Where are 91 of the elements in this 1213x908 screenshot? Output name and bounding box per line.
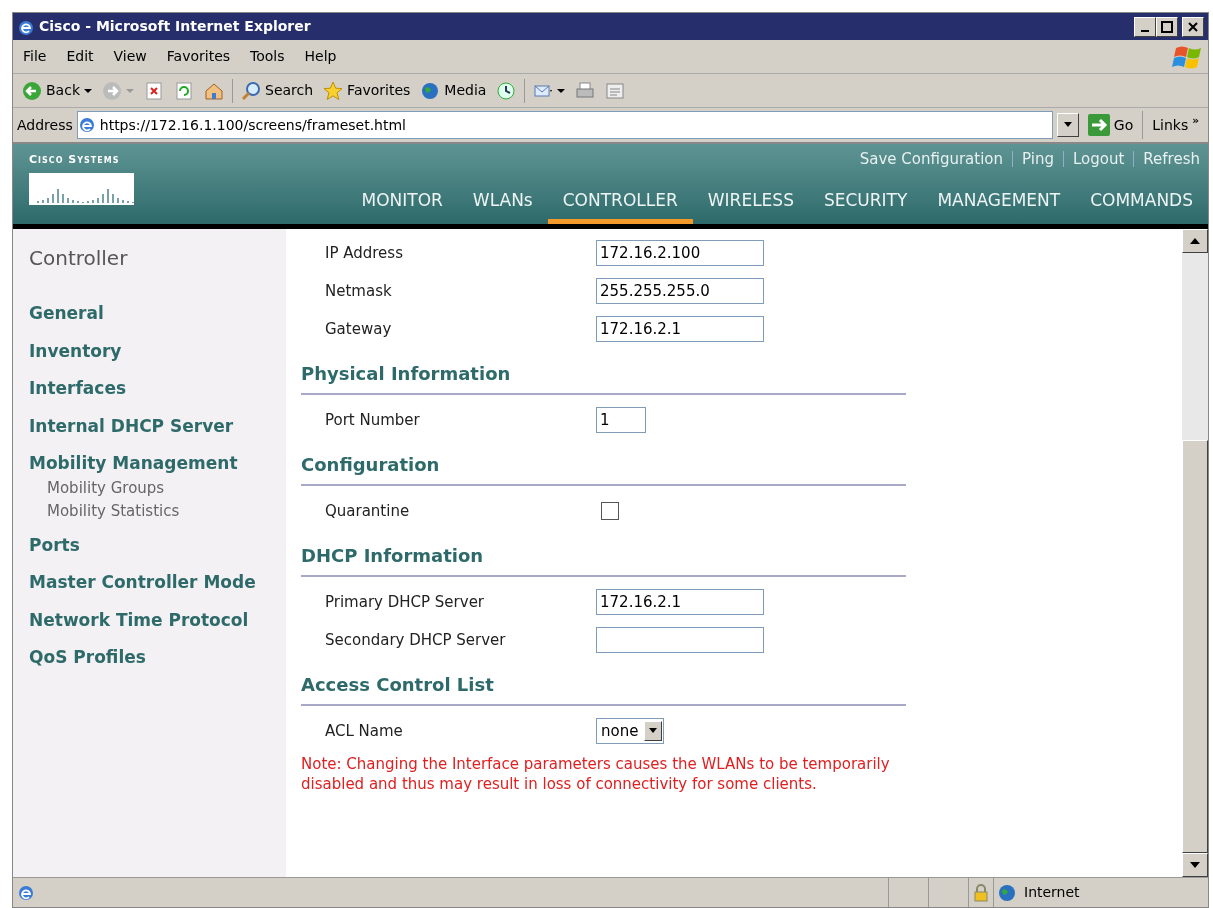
back-icon	[22, 80, 42, 101]
window-title: Cisco - Microsoft Internet Explorer	[39, 17, 312, 36]
globe-icon	[998, 883, 1016, 902]
close-button[interactable]	[1182, 16, 1204, 37]
sidebar-sublink[interactable]: Mobility Groups	[47, 476, 286, 500]
input-field[interactable]: 172.16.2.1	[596, 316, 764, 342]
sidebar-title: Controller	[29, 245, 129, 272]
menu-item[interactable]: Favorites	[156, 46, 241, 67]
caret-icon	[557, 86, 566, 95]
favorites-button[interactable]: Favorites	[318, 80, 416, 101]
field-label: Port Number	[324, 409, 421, 431]
sidebar-link[interactable]: Master Controller Mode	[29, 570, 286, 596]
section-heading: Configuration	[301, 439, 906, 486]
nav-tab[interactable]: SECURITY	[808, 187, 923, 224]
sidebar-link[interactable]: Internal DHCP Server	[29, 413, 286, 439]
menu-item[interactable]: Tools	[240, 46, 295, 67]
scroll-thumb[interactable]	[1182, 439, 1208, 853]
minimize-icon	[1141, 29, 1149, 32]
maximize-icon	[1161, 20, 1173, 33]
search-icon	[241, 80, 261, 101]
input-field[interactable]: 172.16.2.1	[596, 589, 764, 615]
warning-note: Note: Changing the Interface parameters causes the WLANs to be temporarily disabled and thus may result in loss of connectivity for some clients.	[301, 754, 891, 794]
sidebar-link[interactable]: Interfaces	[29, 376, 286, 402]
nav-tab[interactable]: WIRELESS	[692, 187, 809, 224]
history-icon	[496, 80, 517, 101]
nav-tab[interactable]: MONITOR	[346, 187, 458, 224]
field-label: Quarantine	[324, 500, 411, 522]
field-label: Gateway	[324, 318, 393, 340]
page-icon	[17, 883, 35, 902]
nav-tab[interactable]: COMMANDS	[1075, 187, 1208, 224]
sidebar-link[interactable]: Inventory	[29, 338, 286, 364]
checkbox[interactable]	[601, 502, 619, 520]
zone-label: Internet	[1024, 883, 1080, 902]
header-link[interactable]: Save Configuration	[859, 148, 1004, 171]
input-field[interactable]: 1	[596, 407, 646, 433]
favorites-icon	[323, 80, 344, 101]
caret-icon	[649, 728, 658, 734]
search-button[interactable]: Search	[236, 80, 319, 101]
media-icon	[420, 80, 441, 101]
maximize-button[interactable]	[1156, 16, 1178, 37]
sidebar-link[interactable]: Network Time Protocol	[29, 607, 286, 633]
scroll-up-button[interactable]	[1182, 229, 1208, 253]
sidebar-link[interactable]: Ports	[29, 532, 286, 558]
section-heading: DHCP Information	[301, 530, 906, 577]
links-button[interactable]: Links $^{»}$	[1147, 114, 1204, 136]
section-heading: Access Control List	[301, 659, 906, 706]
sidebar-link[interactable]: Mobility Management	[29, 451, 286, 477]
section-heading: Physical Information	[301, 348, 906, 395]
sidebar-link[interactable]: QoS Profiles	[29, 645, 286, 671]
page-icon	[77, 116, 96, 134]
field-label: Netmask	[324, 280, 393, 302]
refresh-icon	[174, 80, 194, 101]
logo-text: Cisco Systems	[29, 152, 121, 168]
menu-item[interactable]: View	[103, 46, 157, 67]
menu-item[interactable]: File	[13, 46, 57, 67]
back-button[interactable]: Back	[17, 80, 97, 101]
input-field[interactable]: 255.255.255.0	[596, 278, 764, 304]
lock-icon	[973, 883, 989, 902]
forward-icon	[102, 80, 122, 101]
nav-tab[interactable]: MANAGEMENT	[922, 187, 1076, 224]
print-icon	[575, 80, 596, 101]
nav-tab[interactable]: WLANs	[457, 187, 548, 224]
scroll-down-button[interactable]	[1182, 853, 1208, 877]
field-label: IP Address	[324, 242, 404, 264]
caret-icon	[84, 86, 92, 95]
input-field[interactable]	[596, 627, 764, 653]
minimize-button[interactable]	[1134, 16, 1156, 37]
address-label: Address	[17, 115, 73, 135]
input-field[interactable]: 172.16.2.100	[596, 240, 764, 266]
field-label: Primary DHCP Server	[324, 591, 486, 613]
field-label: Secondary DHCP Server	[324, 629, 507, 651]
menu-item[interactable]: Edit	[56, 46, 104, 67]
edit-icon	[605, 80, 626, 101]
header-link[interactable]: Refresh	[1143, 148, 1200, 171]
stop-icon	[144, 80, 164, 101]
sidebar-sublink[interactable]: Mobility Statistics	[47, 499, 286, 523]
address-field[interactable]: https://172.16.1.100/screens/frameset.html	[76, 111, 1053, 139]
up-arrow-icon	[1190, 238, 1200, 244]
caret-icon	[126, 86, 134, 95]
down-arrow-icon	[1190, 862, 1200, 868]
select-field[interactable]: none	[596, 718, 665, 744]
sidebar-link[interactable]: General	[29, 301, 286, 327]
go-button[interactable]: Go	[1082, 114, 1139, 136]
media-button[interactable]: Media	[415, 80, 492, 101]
menu-item[interactable]: Help	[294, 46, 347, 67]
caret-icon	[1063, 122, 1072, 128]
field-label: ACL Name	[324, 720, 404, 742]
header-link[interactable]: Ping	[1022, 148, 1054, 171]
header-link[interactable]: Logout	[1073, 148, 1125, 171]
dropdown-button[interactable]	[1056, 113, 1079, 137]
close-icon	[1188, 21, 1198, 32]
